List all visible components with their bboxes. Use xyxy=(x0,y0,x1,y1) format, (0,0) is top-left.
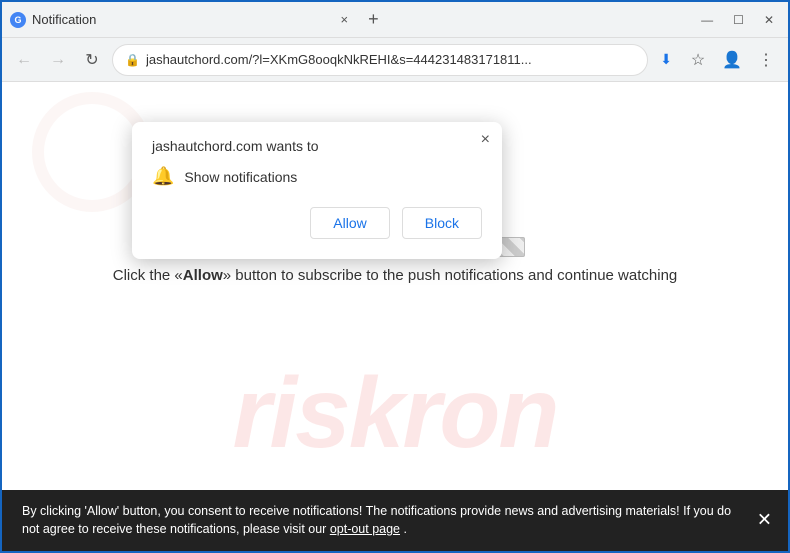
watermark: riskron xyxy=(2,356,788,471)
refresh-button[interactable]: ↻ xyxy=(78,46,106,74)
opt-out-link[interactable]: opt-out page xyxy=(330,522,400,536)
url-bar[interactable]: 🔒 jashautchord.com/?l=XKmG8ooqkNkREHI&s=… xyxy=(112,44,648,76)
consent-bar: By clicking 'Allow' button, you consent … xyxy=(2,490,788,552)
notification-label: Show notifications xyxy=(184,169,297,185)
new-tab-button[interactable]: + xyxy=(360,9,387,30)
close-tab-button[interactable]: × xyxy=(335,10,355,29)
popup-close-button[interactable]: × xyxy=(481,132,490,148)
browser-favicon: G xyxy=(10,12,26,28)
notification-popup: × jashautchord.com wants to 🔔 Show notif… xyxy=(132,122,502,259)
browser-window: G Notification × + — ☐ ✕ ← → ↻ 🔒 jashaut… xyxy=(0,0,790,553)
watermark-text: riskron xyxy=(232,356,557,471)
close-window-button[interactable]: ✕ xyxy=(758,11,780,29)
allow-button[interactable]: Allow xyxy=(310,207,389,239)
allow-keyword: Allow xyxy=(183,267,223,284)
url-text: jashautchord.com/?l=XKmG8ooqkNkREHI&s=44… xyxy=(146,52,635,67)
popup-title: jashautchord.com wants to xyxy=(152,138,482,154)
title-bar: G Notification × + — ☐ ✕ xyxy=(2,2,788,38)
lock-icon: 🔒 xyxy=(125,53,140,67)
page-content: × jashautchord.com wants to 🔔 Show notif… xyxy=(2,82,788,551)
address-bar: ← → ↻ 🔒 jashautchord.com/?l=XKmG8ooqkNkR… xyxy=(2,38,788,82)
consent-close-button[interactable]: ✕ xyxy=(757,507,772,534)
forward-button[interactable]: → xyxy=(44,46,72,74)
maximize-button[interactable]: ☐ xyxy=(727,11,750,29)
download-icon[interactable]: ⬇ xyxy=(654,47,678,72)
popup-buttons: Allow Block xyxy=(152,207,482,239)
consent-text-end: . xyxy=(404,522,407,536)
bookmark-icon[interactable]: ☆ xyxy=(684,46,712,74)
back-button[interactable]: ← xyxy=(10,46,38,74)
tab-title: Notification xyxy=(32,12,329,27)
window-controls: — ☐ ✕ xyxy=(695,11,780,29)
account-icon[interactable]: 👤 xyxy=(718,46,746,74)
menu-icon[interactable]: ⋮ xyxy=(752,46,780,74)
minimize-button[interactable]: — xyxy=(695,11,719,29)
page-message: Click the «Allow» button to subscribe to… xyxy=(2,267,788,284)
notification-row: 🔔 Show notifications xyxy=(152,166,482,187)
block-button[interactable]: Block xyxy=(402,207,482,239)
bell-icon: 🔔 xyxy=(152,166,174,187)
